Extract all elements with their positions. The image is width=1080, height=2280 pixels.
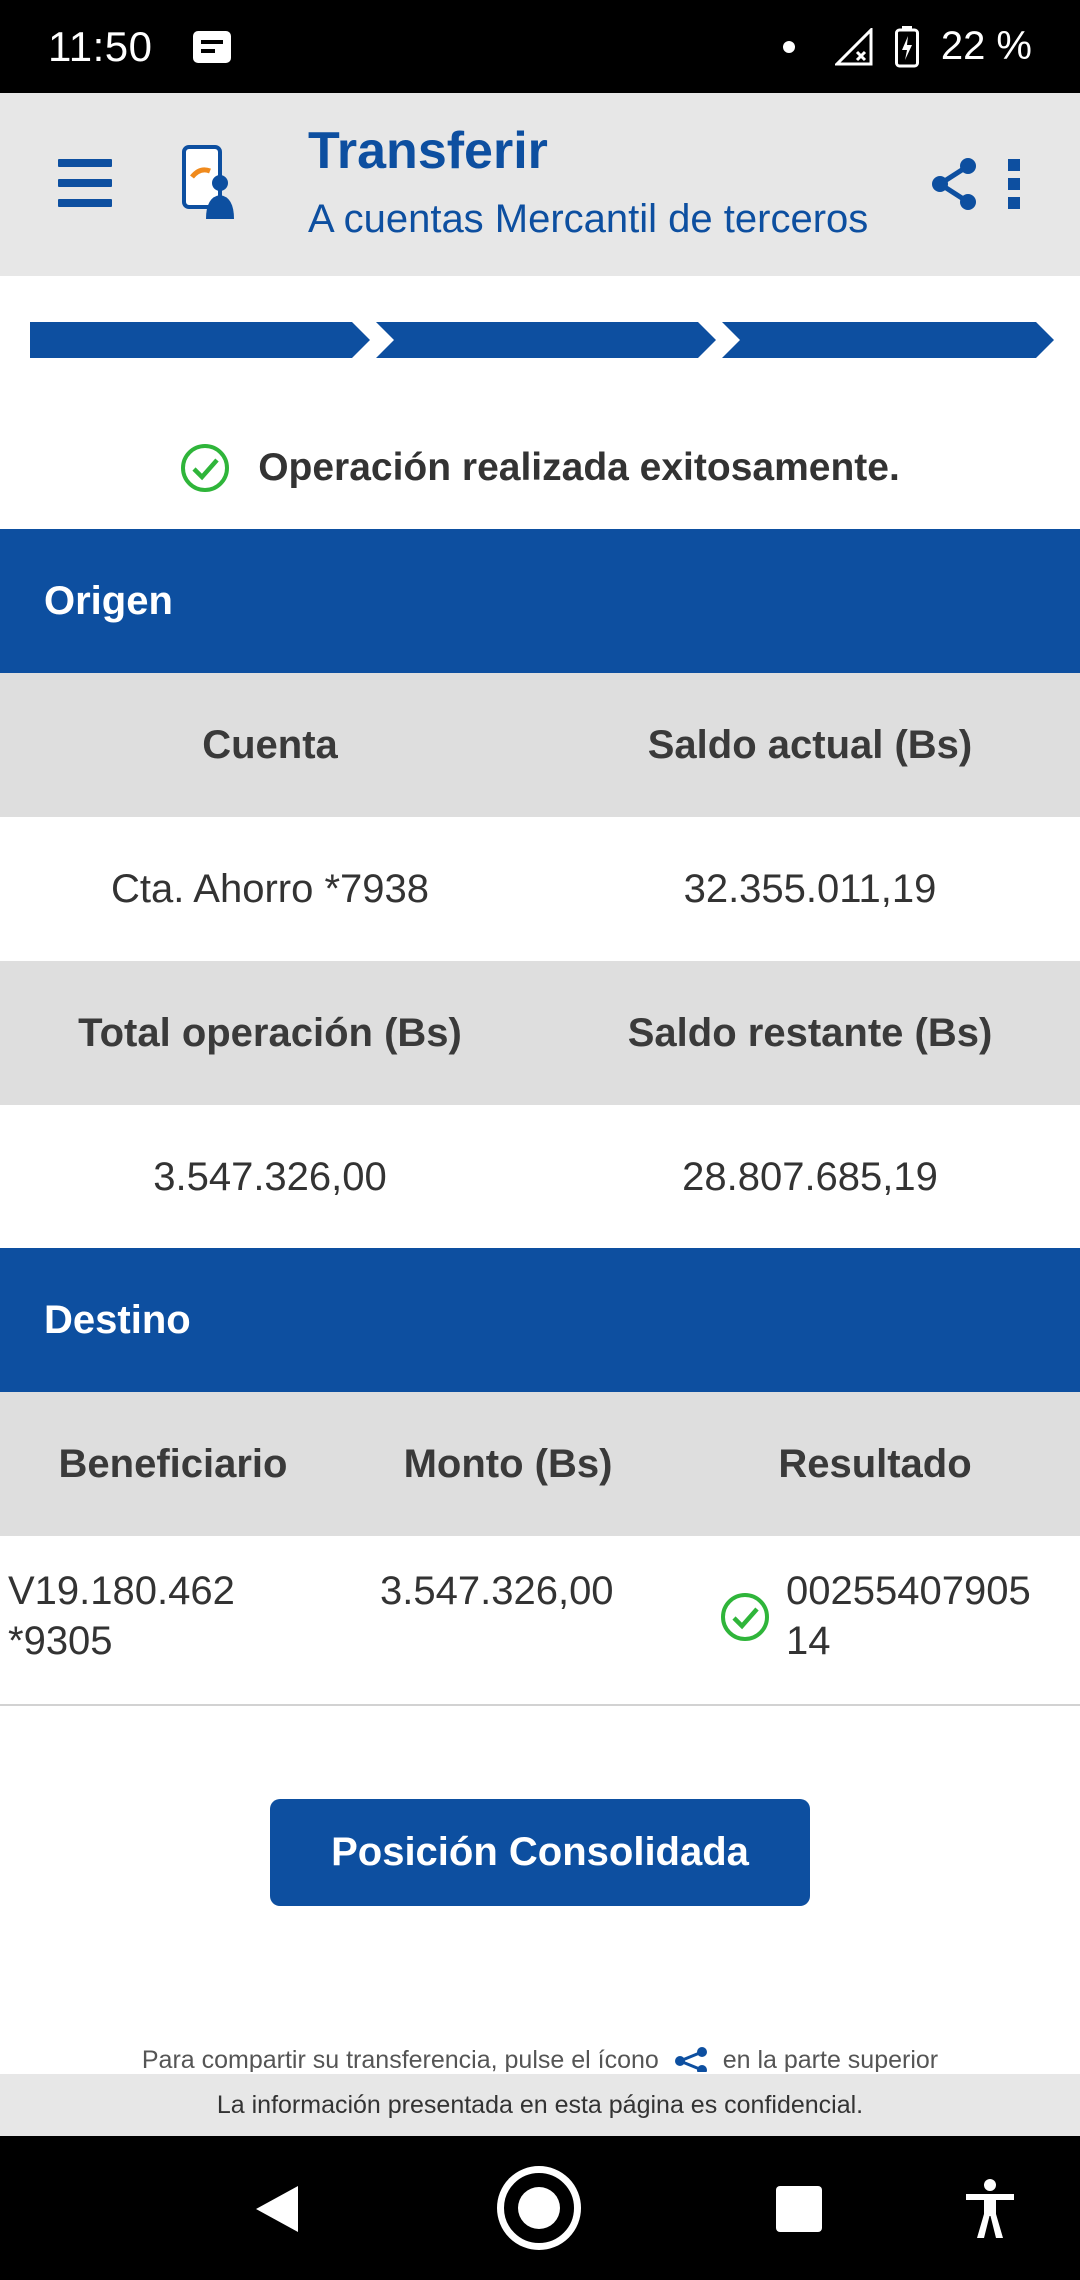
share-hint-text-after: en la parte superior: [722, 2046, 939, 2072]
origen-header-row: Cuenta Saldo actual (Bs): [0, 673, 1080, 817]
origen-header-row-2: Total operación (Bs) Saldo restante (Bs): [0, 961, 1080, 1105]
col-cuenta: Cuenta: [202, 722, 338, 767]
signal-icon: [834, 27, 873, 65]
section-header-origen: Origen: [0, 529, 1080, 673]
col-monto: Monto (Bs): [403, 1441, 613, 1486]
message-notification-icon: [192, 30, 231, 63]
accessibility-icon[interactable]: [964, 2178, 1016, 2238]
page-title: Transferir: [308, 122, 548, 180]
check-circle-icon: [721, 1593, 769, 1641]
share-hint: Para compartir su transferencia, pulse e…: [0, 2046, 1080, 2072]
progress-stepper: [30, 322, 1054, 358]
destino-value-row: V19.180.462 *9305 3.547.326,00 002554079…: [0, 1536, 1080, 1706]
menu-icon[interactable]: [58, 159, 112, 207]
app-bar: Transferir A cuentas Mercantil de tercer…: [0, 93, 1080, 276]
step-2: [376, 322, 716, 358]
step-3: [722, 322, 1054, 358]
recent-apps-icon[interactable]: [776, 2186, 822, 2232]
destino-header-row: Beneficiario Monto (Bs) Resultado: [0, 1392, 1080, 1536]
section-header-destino: Destino: [0, 1248, 1080, 1392]
col-saldo-restante: Saldo restante (Bs): [627, 1010, 993, 1055]
screen: 11:50 22 % Transferir A cuentas Mercanti…: [0, 0, 1080, 2280]
total-operacion-value: 3.547.326,00: [153, 1154, 387, 1199]
notification-dot-icon: [782, 40, 795, 53]
beneficiario-value: V19.180.462 *9305: [8, 1569, 235, 1663]
system-nav-bar: [0, 2136, 1080, 2280]
origen-value-row-2: 3.547.326,00 28.807.685,19: [0, 1105, 1080, 1249]
check-circle-icon: [181, 444, 230, 492]
col-total-operacion: Total operación (Bs): [78, 1010, 462, 1055]
more-vert-icon[interactable]: [1004, 159, 1024, 209]
status-time: 11:50: [48, 22, 153, 70]
cuenta-value: Cta. Ahorro *7938: [111, 866, 429, 911]
posicion-consolidada-button[interactable]: Posición Consolidada: [270, 1799, 810, 1906]
monto-value: 3.547.326,00: [380, 1569, 614, 1613]
transfer-logo-icon: [182, 145, 234, 219]
origen-value-row: Cta. Ahorro *7938 32.355.011,19: [0, 817, 1080, 961]
col-saldo-actual: Saldo actual (Bs): [647, 722, 973, 767]
battery-percentage: 22 %: [940, 24, 1032, 68]
saldo-restante-value: 28.807.685,19: [682, 1154, 938, 1199]
status-indicators: 22 %: [782, 24, 1032, 69]
col-beneficiario: Beneficiario: [58, 1441, 288, 1486]
success-message: Operación realizada exitosamente.: [0, 430, 1080, 506]
resultado-value: 0025540790514: [786, 1569, 1031, 1663]
share-icon: [674, 2047, 707, 2072]
share-icon[interactable]: [930, 157, 980, 211]
page-subtitle: A cuentas Mercantil de terceros: [308, 197, 869, 241]
share-hint-text-before: Para compartir su transferencia, pulse e…: [141, 2046, 659, 2072]
success-text: Operación realizada exitosamente.: [258, 446, 900, 489]
step-1: [30, 322, 370, 358]
back-icon[interactable]: [254, 2184, 300, 2234]
home-icon[interactable]: [497, 2166, 581, 2250]
battery-charging-icon: [894, 25, 919, 67]
status-bar: 11:50 22 %: [0, 0, 1080, 93]
saldo-actual-value: 32.355.011,19: [683, 866, 937, 911]
footer-disclaimer: La información presentada en esta página…: [0, 2074, 1080, 2136]
col-resultado: Resultado: [778, 1441, 972, 1486]
